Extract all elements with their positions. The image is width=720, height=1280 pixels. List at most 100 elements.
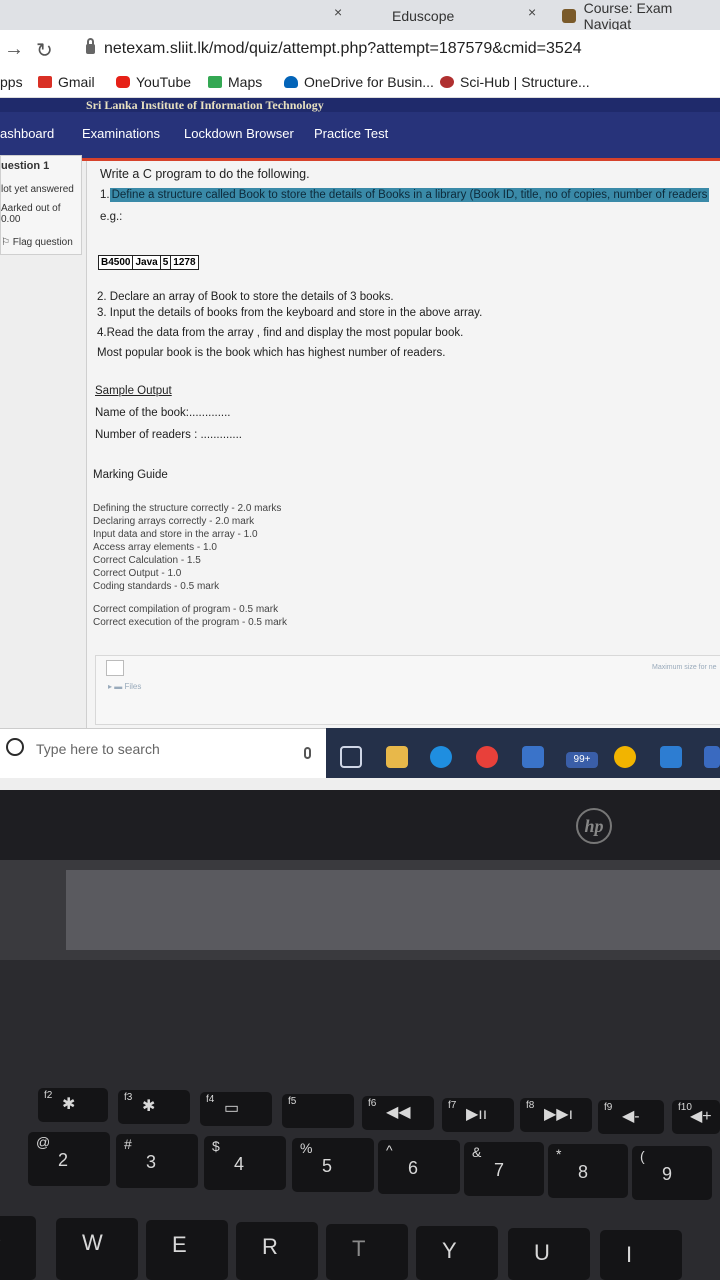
flag-question-link[interactable]: ⚐ Flag question xyxy=(1,237,81,248)
key-y[interactable]: Y xyxy=(416,1226,498,1280)
tab-close-icon[interactable]: × xyxy=(334,4,342,20)
key-6[interactable]: ^ 6 xyxy=(378,1140,460,1194)
bookmark-youtube[interactable]: YouTube xyxy=(116,74,191,90)
file-add-icon[interactable] xyxy=(106,660,124,676)
youtube-icon xyxy=(116,76,130,88)
tab-label: Course: Exam Navigat xyxy=(583,0,673,32)
question-info-panel: uestion 1 lot yet answered Aarked out of… xyxy=(0,155,82,255)
key-f4[interactable]: f4 ▭ xyxy=(200,1092,272,1126)
app-icon[interactable] xyxy=(660,746,682,768)
key-f6[interactable]: f6 ◀◀ xyxy=(362,1096,434,1130)
key-r[interactable]: R xyxy=(236,1222,318,1280)
tab-label: Eduscope xyxy=(392,8,455,24)
marking-item: Coding standards - 0.5 mark xyxy=(93,581,220,592)
key-4[interactable]: $4 xyxy=(204,1136,286,1190)
files-folder-label[interactable]: ▸ ▬ Files xyxy=(108,682,141,691)
table-cell: 1278 xyxy=(170,255,199,270)
sample-output-line: Name of the book:............. xyxy=(95,407,231,419)
key-5[interactable]: % 5 xyxy=(292,1138,374,1192)
bookmark-apps[interactable]: pps xyxy=(0,74,23,90)
address-bar: → ↻ netexam.sliit.lk/mod/quiz/attempt.ph… xyxy=(0,30,720,70)
nav-lockdown-browser[interactable]: Lockdown Browser xyxy=(184,126,294,141)
key-f7[interactable]: f7 ▶ıı xyxy=(442,1098,514,1132)
question-note: Most popular book is the book which has … xyxy=(97,347,446,359)
sample-output-title: Sample Output xyxy=(95,385,172,397)
tab-eduscope[interactable]: Eduscope xyxy=(392,2,454,30)
laptop-screen: × Eduscope × Course: Exam Navigat → ↻ ne… xyxy=(0,0,720,790)
key-f8[interactable]: f8 ▶▶ı xyxy=(520,1098,592,1132)
key-q[interactable]: Q xyxy=(0,1216,36,1280)
store-icon[interactable] xyxy=(522,746,544,768)
hinge-strip xyxy=(66,870,720,950)
institute-name: Sri Lanka Institute of Information Techn… xyxy=(86,98,324,112)
maps-icon xyxy=(208,76,222,88)
opera-icon[interactable] xyxy=(476,746,498,768)
key-u[interactable]: U xyxy=(508,1228,590,1280)
nav-dashboard[interactable]: ashboard xyxy=(0,126,54,141)
taskbar-search[interactable]: Type here to search xyxy=(0,728,326,778)
file-upload-area[interactable]: ▸ ▬ Files Maximum size for ne xyxy=(95,655,720,725)
key-f9[interactable]: f9 ◀- xyxy=(598,1100,664,1134)
question-content: Write a C program to do the following. 1… xyxy=(86,161,720,729)
marked-out-of-value: 0.00 xyxy=(1,214,21,225)
mail-badge[interactable]: 99+ xyxy=(566,752,598,768)
search-input[interactable]: Type here to search xyxy=(36,741,160,757)
question-item-4: 4.Read the data from the array , find an… xyxy=(97,327,464,339)
marked-out-of-label: Aarked out of xyxy=(1,203,61,214)
marking-guide-title: Marking Guide xyxy=(93,469,168,481)
forward-arrow-icon[interactable]: → xyxy=(4,38,24,61)
key-9[interactable]: (9 xyxy=(632,1146,712,1200)
bookmark-gmail[interactable]: Gmail xyxy=(38,74,95,90)
key-2[interactable]: @2 xyxy=(28,1132,110,1186)
key-t[interactable]: T xyxy=(326,1224,408,1280)
marking-item: Input data and store in the array - 1.0 xyxy=(93,529,258,540)
screen-bezel xyxy=(0,790,720,860)
sample-record-table: B4500 Java 5 1278 xyxy=(97,255,199,270)
table-row: B4500 Java 5 1278 xyxy=(97,255,199,270)
gmail-icon xyxy=(38,76,52,88)
reload-icon[interactable]: ↻ xyxy=(36,38,53,63)
key-w[interactable]: W xyxy=(56,1218,138,1280)
marking-item: Correct execution of the program - 0.5 m… xyxy=(93,617,287,628)
question-item-2: 2. Declare an array of Book to store the… xyxy=(97,291,394,303)
sample-output-line: Number of readers : ............. xyxy=(95,429,242,441)
key-3[interactable]: #3 xyxy=(116,1134,198,1188)
file-explorer-icon[interactable] xyxy=(386,746,408,768)
edge-icon[interactable] xyxy=(430,746,452,768)
nav-examinations[interactable]: Examinations xyxy=(82,126,160,141)
key-f10[interactable]: f10 ◀+ xyxy=(672,1100,720,1134)
key-8[interactable]: * 8 xyxy=(548,1144,628,1198)
key-i[interactable]: I xyxy=(600,1230,682,1280)
bookmark-onedrive[interactable]: OneDrive for Busin... xyxy=(284,74,434,90)
table-cell: B4500 xyxy=(97,255,134,270)
key-f5[interactable]: f5 xyxy=(282,1094,354,1128)
question-status: lot yet answered xyxy=(1,184,74,195)
microphone-icon[interactable] xyxy=(304,747,311,759)
marking-item: Correct Calculation - 1.5 xyxy=(93,555,201,566)
task-view-icon[interactable] xyxy=(340,746,362,768)
marking-item: Correct compilation of program - 0.5 mar… xyxy=(93,604,279,615)
marking-item: Declaring arrays correctly - 2.0 mark xyxy=(93,516,255,527)
nav-practice-test[interactable]: Practice Test xyxy=(314,126,388,141)
question-number: uestion 1 xyxy=(1,160,50,172)
key-f2[interactable]: f2 ✱ xyxy=(38,1088,108,1122)
marking-item: Access array elements - 1.0 xyxy=(93,542,217,553)
site-navbar: ashboard Examinations Lockdown Browser P… xyxy=(0,112,720,158)
url-field[interactable]: netexam.sliit.lk/mod/quiz/attempt.php?at… xyxy=(104,40,582,58)
chrome-icon[interactable] xyxy=(614,746,636,768)
bookmark-maps[interactable]: Maps xyxy=(208,74,262,90)
question-intro: Write a C program to do the following. xyxy=(100,167,310,181)
key-f3[interactable]: f3 ✱ xyxy=(118,1090,190,1124)
key-7[interactable]: & 7 xyxy=(464,1142,544,1196)
tab-close-icon[interactable]: × xyxy=(528,4,536,20)
bookmarks-bar: pps Gmail YouTube Maps OneDrive for Busi… xyxy=(0,70,720,98)
tab-course-exam-navigation[interactable]: Course: Exam Navigat xyxy=(562,0,720,32)
question-item-3: 3. Input the details of books from the k… xyxy=(97,307,483,319)
max-size-note: Maximum size for ne xyxy=(652,664,717,671)
bookmark-scihub[interactable]: Sci-Hub | Structure... xyxy=(440,74,590,90)
windows-taskbar: Type here to search 99+ xyxy=(0,728,720,778)
marking-item: Defining the structure correctly - 2.0 m… xyxy=(93,503,282,514)
app-icon[interactable] xyxy=(704,746,720,768)
hp-logo: hp xyxy=(576,808,612,844)
key-e[interactable]: E xyxy=(146,1220,228,1280)
